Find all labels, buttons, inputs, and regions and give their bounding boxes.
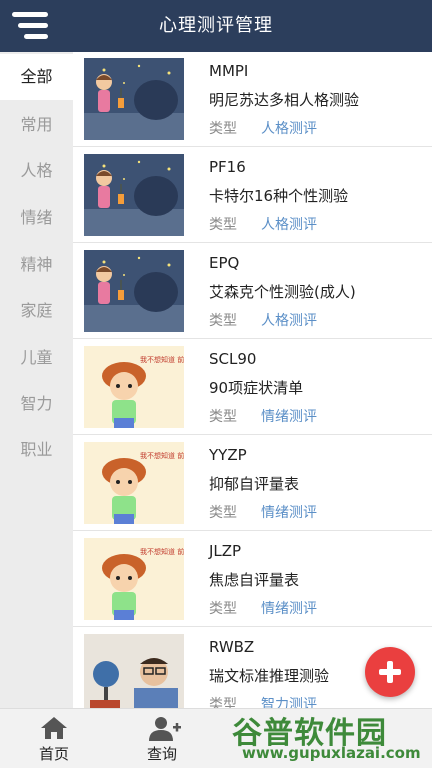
- category-sidebar: 全部 常用 人格 情绪 精神 家庭 儿童 智力 职业: [0, 52, 73, 708]
- type-label: 类型: [209, 121, 237, 137]
- app-header: 心理测评管理: [0, 0, 432, 52]
- type-label: 类型: [209, 601, 237, 617]
- watermark-url: www.gupuxlazai.com: [242, 744, 421, 762]
- type-value: 情绪测评: [261, 505, 317, 521]
- list-item[interactable]: PF16 卡特尔16种个性测验 类型 人格测评: [73, 148, 432, 243]
- test-name: 瑞文标准推理测验: [209, 667, 330, 685]
- test-code: JLZP: [209, 542, 242, 560]
- list-item[interactable]: EPQ 艾森克个性测验(成人) 类型 人格测评: [73, 244, 432, 339]
- test-code: YYZP: [209, 446, 247, 464]
- test-code: PF16: [209, 158, 246, 176]
- list-item[interactable]: MMPI 明尼苏达多相人格测验 类型 人格测评: [73, 52, 432, 147]
- test-name: 明尼苏达多相人格测验: [209, 91, 360, 109]
- type-label: 类型: [209, 697, 237, 708]
- list-item[interactable]: 我不想知道 前途真不 JLZP 焦虑自评量表 类型 情绪测评: [73, 532, 432, 627]
- type-value: 人格测评: [261, 313, 317, 329]
- tab-label: 查询: [146, 745, 177, 763]
- type-value: 情绪测评: [261, 409, 317, 425]
- night-girl-lantern-image: [84, 58, 184, 140]
- test-name: 焦虑自评量表: [209, 571, 300, 589]
- test-name: 90项症状清单: [209, 379, 304, 397]
- worried-boy-cartoon-image: 我不想知道 前途真不: [84, 538, 184, 620]
- type-label: 类型: [209, 505, 237, 521]
- sidebar-item-emotion[interactable]: 情绪: [0, 195, 73, 241]
- sidebar-item-career[interactable]: 职业: [0, 427, 73, 473]
- worried-boy-cartoon-image: 我不想知道 前途真不: [84, 346, 184, 428]
- plus-icon: [379, 661, 401, 683]
- sidebar-item-children[interactable]: 儿童: [0, 335, 73, 381]
- test-code: RWBZ: [209, 638, 255, 656]
- sidebar-item-all[interactable]: 全部: [0, 54, 73, 100]
- sidebar-item-personality[interactable]: 人格: [0, 148, 73, 194]
- type-value: 人格测评: [261, 217, 317, 233]
- sidebar-item-mental[interactable]: 精神: [0, 242, 73, 288]
- type-value: 人格测评: [261, 121, 317, 137]
- type-value: 情绪测评: [261, 601, 317, 617]
- list-item[interactable]: 我不想知道 前途真不 YYZP 抑郁自评量表 类型 情绪测评: [73, 436, 432, 531]
- test-name: 艾森克个性测验(成人): [209, 283, 356, 301]
- site-watermark: 谷普软件园 www.gupuxlazai.com: [232, 708, 432, 768]
- test-code: MMPI: [209, 62, 249, 80]
- sidebar-item-intelligence[interactable]: 智力: [0, 381, 73, 427]
- test-name: 抑郁自评量表: [209, 475, 300, 493]
- night-girl-lantern-image: [84, 154, 184, 236]
- test-name: 卡特尔16种个性测验: [209, 187, 349, 205]
- tab-label: 首页: [38, 745, 69, 763]
- type-label: 类型: [209, 313, 237, 329]
- worried-boy-cartoon-image: 我不想知道 前途真不: [84, 442, 184, 524]
- add-user-icon: [149, 717, 181, 741]
- list-item[interactable]: 我不想知道 前途真不 SCL90 90项症状清单 类型 情绪测评: [73, 340, 432, 435]
- test-list: MMPI 明尼苏达多相人格测验 类型 人格测评 PF16 卡特尔16种个性测验 …: [73, 52, 432, 708]
- page-title: 心理测评管理: [159, 15, 273, 36]
- boy-with-globe-photo: [84, 634, 184, 708]
- home-icon: [41, 717, 67, 739]
- sidebar-item-family[interactable]: 家庭: [0, 288, 73, 334]
- tab-query[interactable]: 查询: [122, 709, 202, 768]
- sidebar-item-common[interactable]: 常用: [0, 102, 73, 148]
- night-girl-lantern-image: [84, 250, 184, 332]
- test-code: EPQ: [209, 254, 240, 272]
- thumb-caption: 我不想知道 前途真不: [140, 451, 184, 460]
- thumb-caption: 我不想知道 前途真不: [140, 355, 184, 364]
- type-label: 类型: [209, 409, 237, 425]
- add-test-button[interactable]: [365, 647, 415, 697]
- tab-home[interactable]: 首页: [14, 709, 94, 768]
- type-label: 类型: [209, 217, 237, 233]
- thumb-caption: 我不想知道 前途真不: [140, 547, 184, 556]
- test-code: SCL90: [209, 350, 257, 368]
- type-value: 智力测评: [261, 697, 317, 708]
